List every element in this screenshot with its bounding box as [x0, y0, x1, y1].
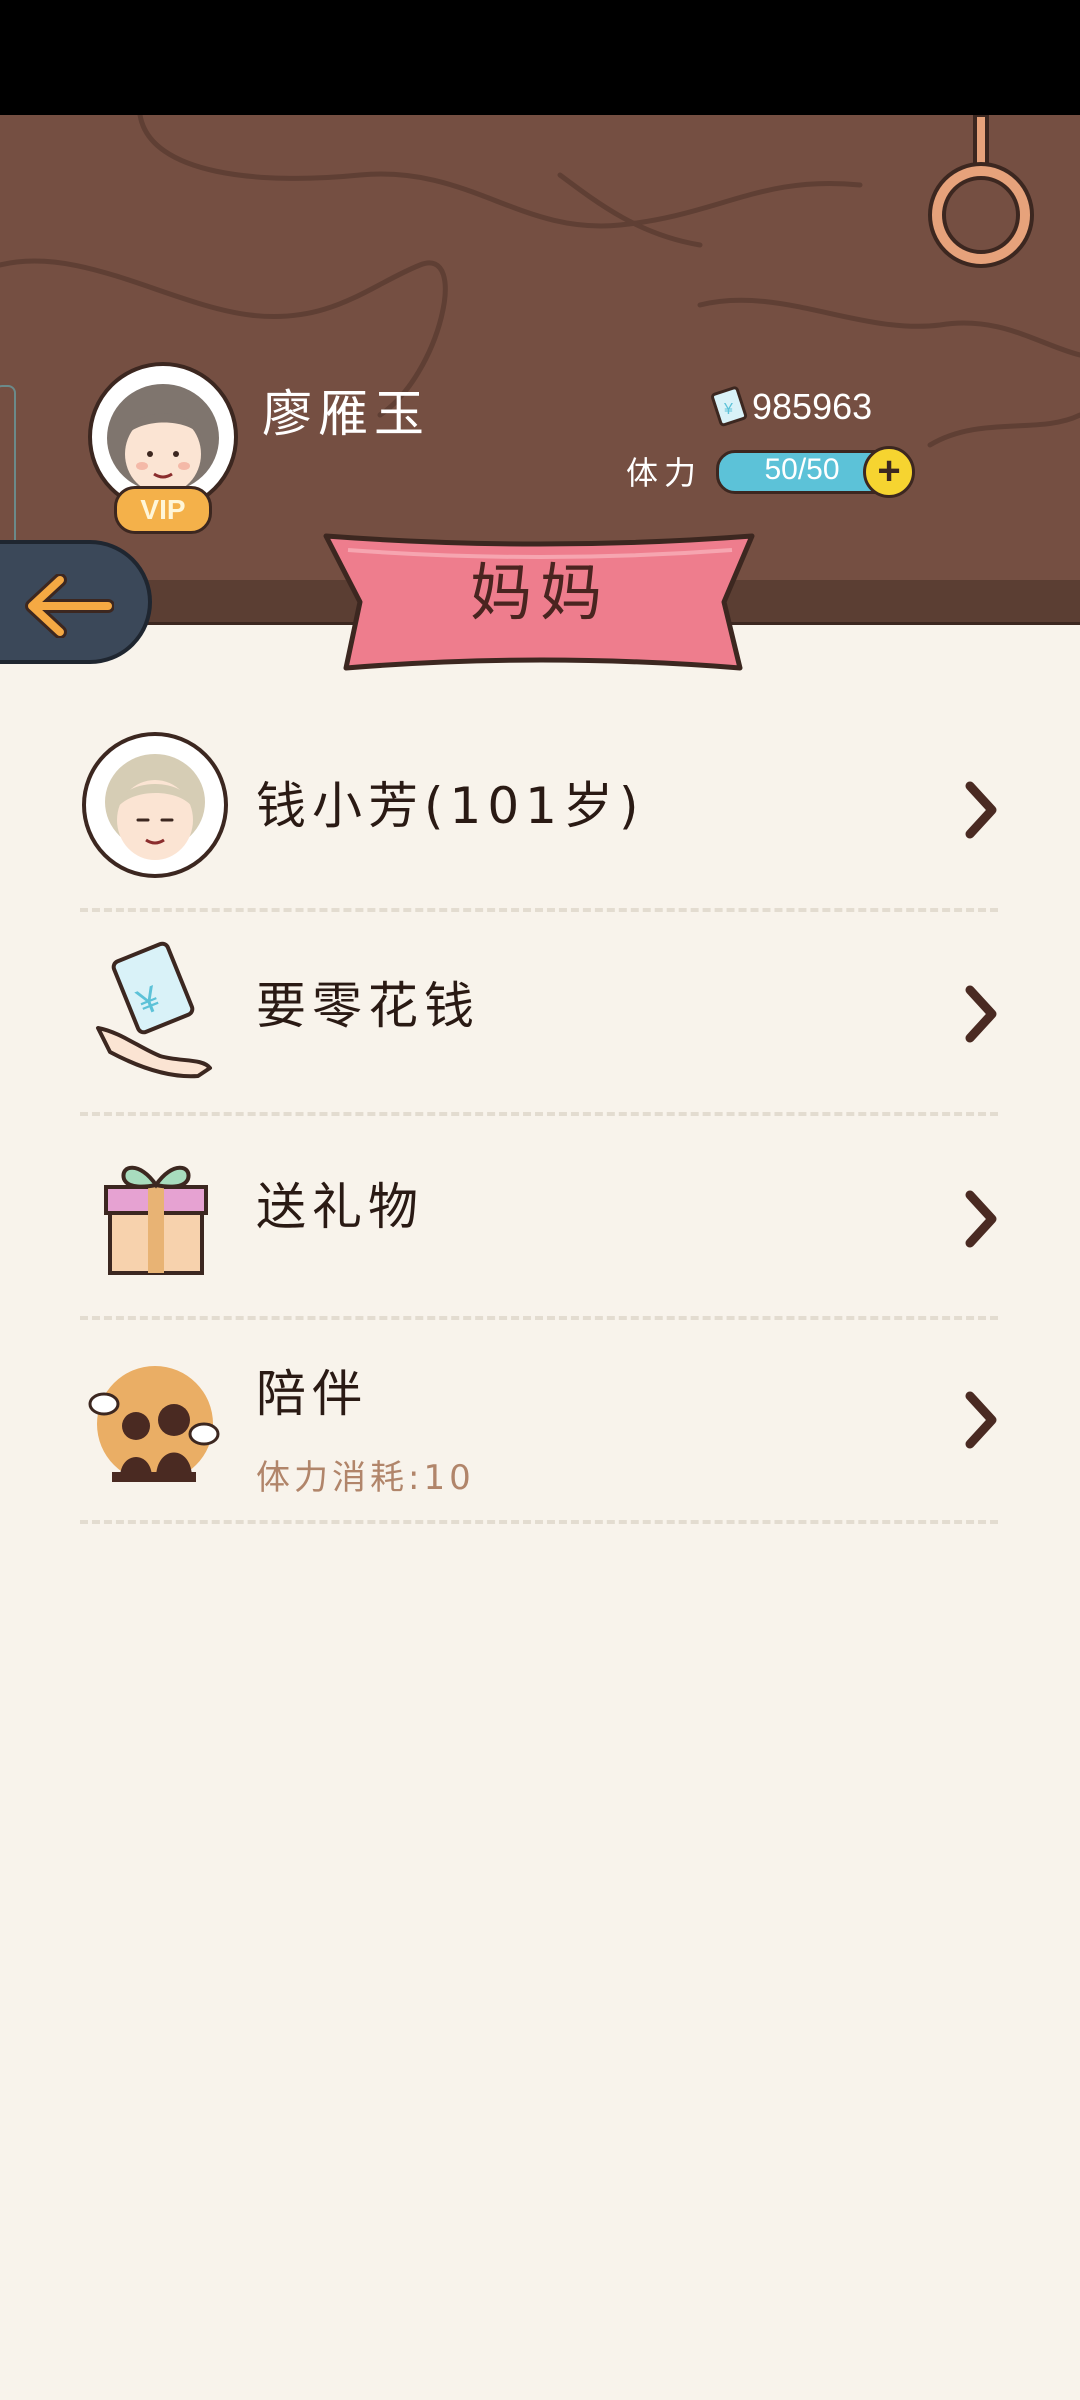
chevron-right-icon [965, 1190, 997, 1248]
menu-item-label: 要零花钱 [256, 977, 480, 1035]
money-amount: 985963 [752, 386, 873, 427]
menu-item-label: 钱小芳(101岁) [256, 777, 645, 835]
add-stamina-button[interactable]: + [863, 446, 915, 498]
chevron-right-icon [965, 985, 997, 1043]
menu-divider [80, 908, 998, 912]
stamina-cost-label: 体力消耗:10 [256, 1458, 475, 1498]
menu-divider [80, 1520, 998, 1524]
menu-divider [80, 1316, 998, 1320]
gift-icon [104, 1165, 208, 1275]
money-hand-icon: ¥ [96, 941, 212, 1079]
stamina-label: 体力 [626, 454, 703, 492]
player-name: 廖雁玉 [262, 385, 430, 443]
chevron-right-icon [965, 781, 997, 839]
menu-divider [80, 1112, 998, 1116]
chevron-right-icon [965, 1391, 997, 1449]
grandma-avatar-icon [82, 732, 228, 878]
status-bar [0, 0, 1080, 115]
vip-badge: VIP [114, 486, 212, 534]
money-bill-icon: ¥ [711, 386, 748, 427]
back-arrow-icon [25, 574, 114, 638]
page-title: 妈妈 [469, 556, 610, 629]
menu-item-label: 送礼物 [256, 1178, 424, 1236]
back-button[interactable] [0, 540, 152, 664]
menu-item-label: 陪伴 [256, 1365, 368, 1423]
hanging-ring-icon [928, 115, 1034, 268]
companion-icon [88, 1366, 220, 1482]
svg-text:¥: ¥ [723, 401, 733, 418]
menu-item-profile[interactable]: 钱小芳(101岁) [80, 730, 998, 934]
